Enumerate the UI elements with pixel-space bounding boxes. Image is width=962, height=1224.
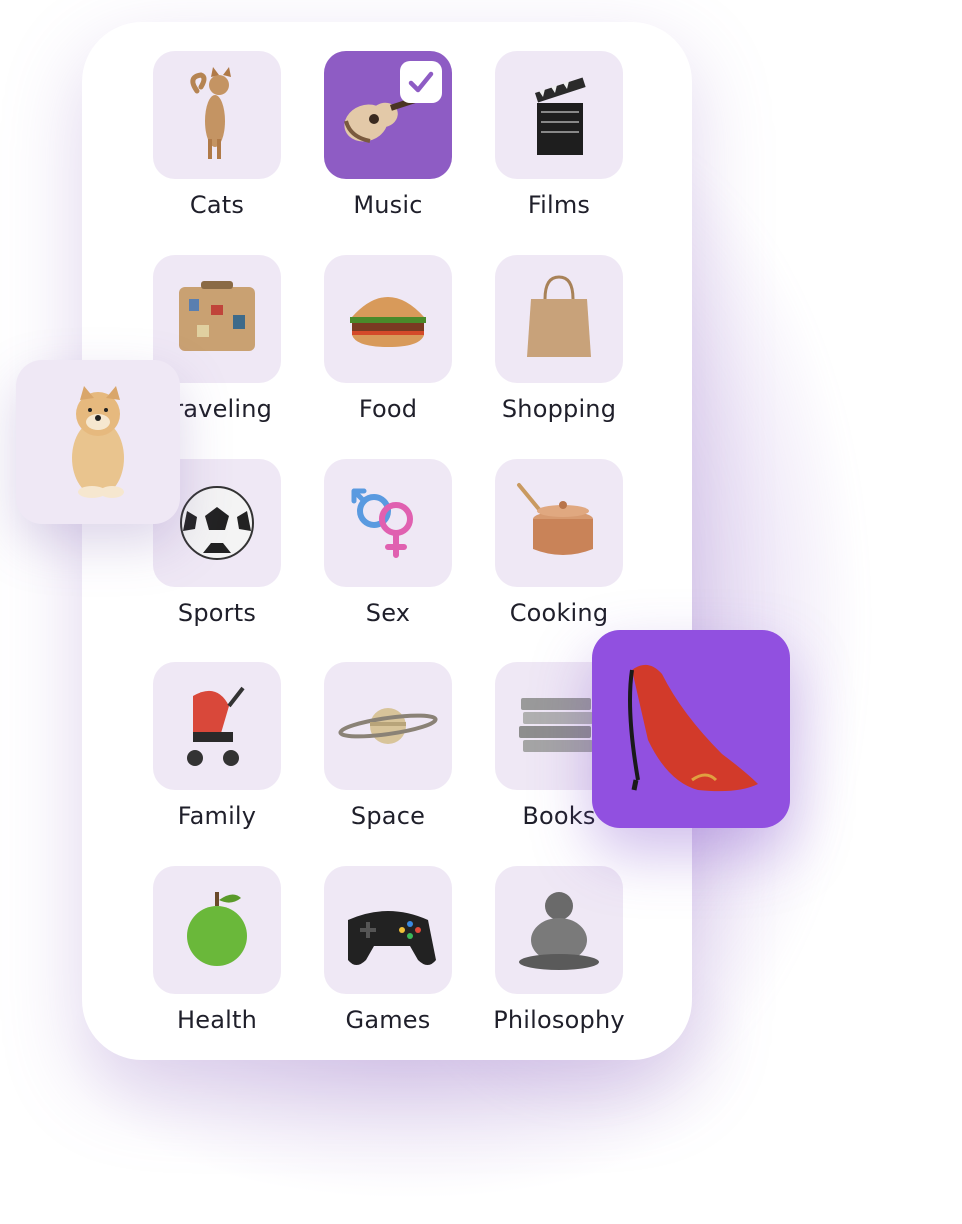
category-label-shopping: Shopping [501, 395, 617, 423]
category-tile-family[interactable] [153, 662, 281, 790]
category-tile-films[interactable] [495, 51, 623, 179]
category-label-music: Music [353, 191, 423, 219]
category-label-games: Games [345, 1006, 431, 1034]
floating-dog-card[interactable] [16, 360, 180, 524]
category-tile-music[interactable] [324, 51, 452, 179]
category-tile-health[interactable] [153, 866, 281, 994]
category-tile-cats[interactable] [153, 51, 281, 179]
category-tile-shopping[interactable] [495, 255, 623, 383]
category-label-films: Films [527, 191, 591, 219]
category-label-food: Food [358, 395, 418, 423]
category-label-cats: Cats [189, 191, 245, 219]
category-tile-food[interactable] [324, 255, 452, 383]
category-label-sports: Sports [177, 599, 257, 627]
category-label-space: Space [350, 802, 426, 830]
category-tile-space[interactable] [324, 662, 452, 790]
floating-shoe-card[interactable] [592, 630, 790, 828]
category-label-health: Health [176, 1006, 257, 1034]
category-tile-cooking[interactable] [495, 459, 623, 587]
category-tile-sex[interactable] [324, 459, 452, 587]
category-label-cooking: Cooking [509, 599, 609, 627]
category-label-family: Family [177, 802, 257, 830]
category-label-sex: Sex [365, 599, 411, 627]
selected-check-badge [400, 61, 442, 103]
category-label-philosophy: Philosophy [493, 1006, 625, 1034]
category-tile-games[interactable] [324, 866, 452, 994]
category-tile-philosophy[interactable] [495, 866, 623, 994]
